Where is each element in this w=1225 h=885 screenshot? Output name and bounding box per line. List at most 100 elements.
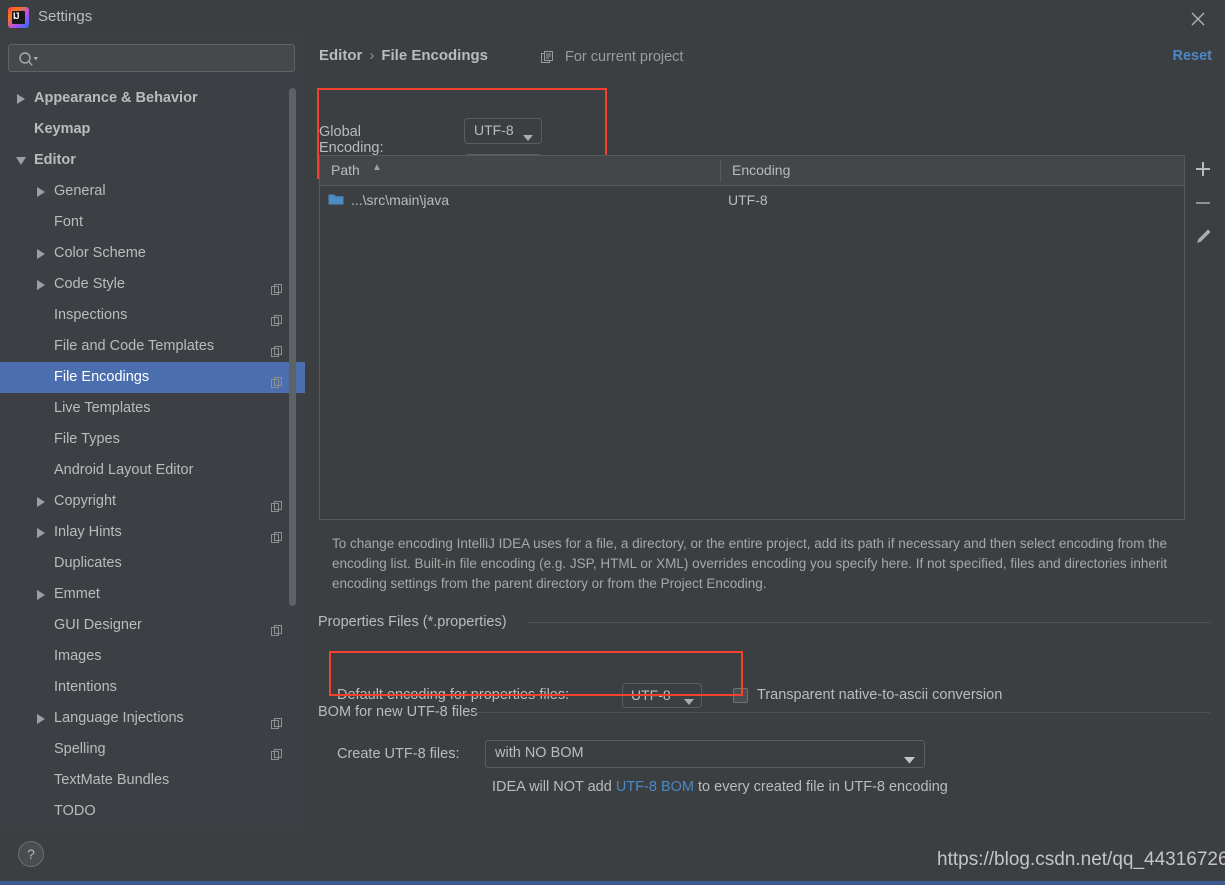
sidebar-item-file-encodings[interactable]: File Encodings	[0, 362, 305, 393]
project-scope-icon	[271, 278, 283, 295]
sidebar-item-label: Duplicates	[54, 555, 122, 571]
create-utf8-value: with NO BOM	[495, 745, 584, 761]
breadcrumb: Editor › File Encodings	[319, 47, 488, 64]
chevron-down-icon	[684, 693, 694, 709]
sidebar-item-file-and-code-templates[interactable]: File and Code Templates	[0, 331, 305, 362]
search-input[interactable]	[43, 45, 291, 71]
main-panel: Editor › File Encodings For current projec…	[305, 36, 1225, 830]
sidebar-item-label: Android Layout Editor	[54, 462, 194, 478]
sidebar-item-live-templates[interactable]: Live Templates	[0, 393, 305, 424]
table-toolbar	[1186, 155, 1225, 315]
chevron-right-icon[interactable]	[34, 703, 50, 734]
global-encoding-dropdown[interactable]: UTF-8	[464, 118, 542, 144]
project-scope-icon	[271, 526, 283, 543]
sidebar-item-label: Editor	[34, 152, 76, 168]
chevron-right-icon[interactable]	[34, 579, 50, 610]
column-header-path[interactable]: Path	[331, 162, 360, 178]
sidebar-item-inspections[interactable]: Inspections	[0, 300, 305, 331]
project-scope-icon	[271, 712, 283, 729]
sidebar-item-images[interactable]: Images	[0, 641, 305, 672]
project-scope-icon	[271, 309, 283, 326]
transparent-native-to-ascii-checkbox[interactable]	[733, 688, 748, 703]
chevron-right-icon[interactable]	[34, 176, 50, 207]
add-icon[interactable]	[1189, 155, 1217, 183]
chevron-down-icon	[523, 129, 533, 145]
chevron-down-icon[interactable]	[14, 145, 30, 176]
intellij-logo-icon: IJ	[8, 7, 29, 28]
cell-path: ...\src\main\java	[351, 192, 450, 208]
sidebar-item-language-injections[interactable]: Language Injections	[0, 703, 305, 734]
chevron-down-icon	[904, 752, 915, 768]
sidebar-item-label: Code Style	[54, 276, 125, 292]
sidebar-item-keymap[interactable]: Keymap	[0, 114, 305, 145]
sidebar-scrollbar[interactable]	[289, 88, 296, 606]
table-row[interactable]: ...\src\main\java UTF-8	[320, 187, 1184, 215]
breadcrumb-separator: ›	[369, 47, 375, 64]
transparent-native-to-ascii-label: Transparent native-to-ascii conversion	[757, 687, 1003, 703]
reset-link[interactable]: Reset	[1173, 48, 1213, 64]
bom-group-divider	[465, 712, 1210, 713]
create-utf8-label: Create UTF-8 files:	[337, 746, 460, 762]
properties-group-divider	[528, 622, 1210, 623]
sidebar-item-general[interactable]: General	[0, 176, 305, 207]
sidebar-item-label: Keymap	[34, 121, 91, 137]
encodings-table: Path ▲ Encoding ...\src\main\java UTF-8	[319, 155, 1185, 520]
search-box[interactable]	[8, 44, 295, 72]
for-current-project-label: For current project	[541, 49, 684, 65]
folder-icon	[328, 193, 344, 206]
sidebar-item-code-style[interactable]: Code Style	[0, 269, 305, 300]
column-divider[interactable]	[720, 160, 721, 182]
sidebar-item-editor[interactable]: Editor	[0, 145, 305, 176]
chevron-right-icon[interactable]	[14, 83, 30, 114]
breadcrumb-root[interactable]: Editor	[319, 47, 362, 64]
project-scope-icon	[271, 619, 283, 636]
sidebar-item-inlay-hints[interactable]: Inlay Hints	[0, 517, 305, 548]
sidebar-item-label: Appearance & Behavior	[34, 90, 198, 106]
sidebar-item-label: TODO	[54, 803, 96, 819]
sidebar-item-font[interactable]: Font	[0, 207, 305, 238]
title-bar: IJ Settings	[0, 0, 1225, 36]
chevron-right-icon[interactable]	[34, 517, 50, 548]
settings-sidebar: Appearance & Behavior Keymap Editor General…	[0, 36, 305, 830]
sidebar-item-label: File Encodings	[54, 369, 150, 385]
sidebar-item-copyright[interactable]: Copyright	[0, 486, 305, 517]
sidebar-item-todo[interactable]: TODO	[0, 796, 305, 827]
project-scope-icon	[271, 340, 283, 357]
bom-note: IDEA will NOT add UTF-8 BOM to every cre…	[492, 779, 948, 795]
sidebar-item-emmet[interactable]: Emmet	[0, 579, 305, 610]
watermark-overlay: https://blog.csdn.net/qq_44316726	[937, 849, 1225, 870]
project-scope-icon	[271, 743, 283, 760]
settings-tree: Appearance & Behavior Keymap Editor General…	[0, 83, 305, 830]
column-header-encoding[interactable]: Encoding	[732, 162, 790, 178]
sidebar-item-gui-designer[interactable]: GUI Designer	[0, 610, 305, 641]
sidebar-item-label: File Types	[54, 431, 120, 447]
sidebar-item-textmate-bundles[interactable]: TextMate Bundles	[0, 765, 305, 796]
sidebar-item-spelling[interactable]: Spelling	[0, 734, 305, 765]
window-title: Settings	[38, 8, 93, 25]
bom-note-suffix: to every created file in UTF-8 encoding	[693, 779, 948, 795]
sidebar-item-file-types[interactable]: File Types	[0, 424, 305, 455]
help-button[interactable]: ?	[18, 841, 44, 867]
sidebar-item-color-scheme[interactable]: Color Scheme	[0, 238, 305, 269]
chevron-right-icon[interactable]	[34, 238, 50, 269]
properties-encoding-dropdown[interactable]: UTF-8	[622, 683, 702, 708]
bom-note-link[interactable]: UTF-8 BOM	[616, 779, 694, 795]
edit-icon[interactable]	[1189, 223, 1217, 251]
chevron-right-icon[interactable]	[34, 269, 50, 300]
create-utf8-dropdown[interactable]: with NO BOM	[485, 740, 925, 768]
breadcrumb-leaf: File Encodings	[381, 47, 489, 64]
sidebar-item-label: Font	[54, 214, 84, 230]
chevron-right-icon[interactable]	[34, 486, 50, 517]
global-encoding-label: Global Encoding:	[319, 124, 384, 156]
close-icon[interactable]	[1185, 6, 1211, 30]
project-scope-icon	[271, 371, 283, 388]
sidebar-item-appearance-behavior[interactable]: Appearance & Behavior	[0, 83, 305, 114]
sidebar-item-duplicates[interactable]: Duplicates	[0, 548, 305, 579]
encoding-description: To change encoding IntelliJ IDEA uses fo…	[332, 536, 1168, 591]
sidebar-item-label: Images	[54, 648, 102, 664]
for-current-project-text: For current project	[565, 49, 684, 65]
sidebar-item-label: Emmet	[54, 586, 100, 602]
sidebar-item-android-layout-editor[interactable]: Android Layout Editor	[0, 455, 305, 486]
sidebar-item-intentions[interactable]: Intentions	[0, 672, 305, 703]
remove-icon[interactable]	[1189, 189, 1217, 217]
